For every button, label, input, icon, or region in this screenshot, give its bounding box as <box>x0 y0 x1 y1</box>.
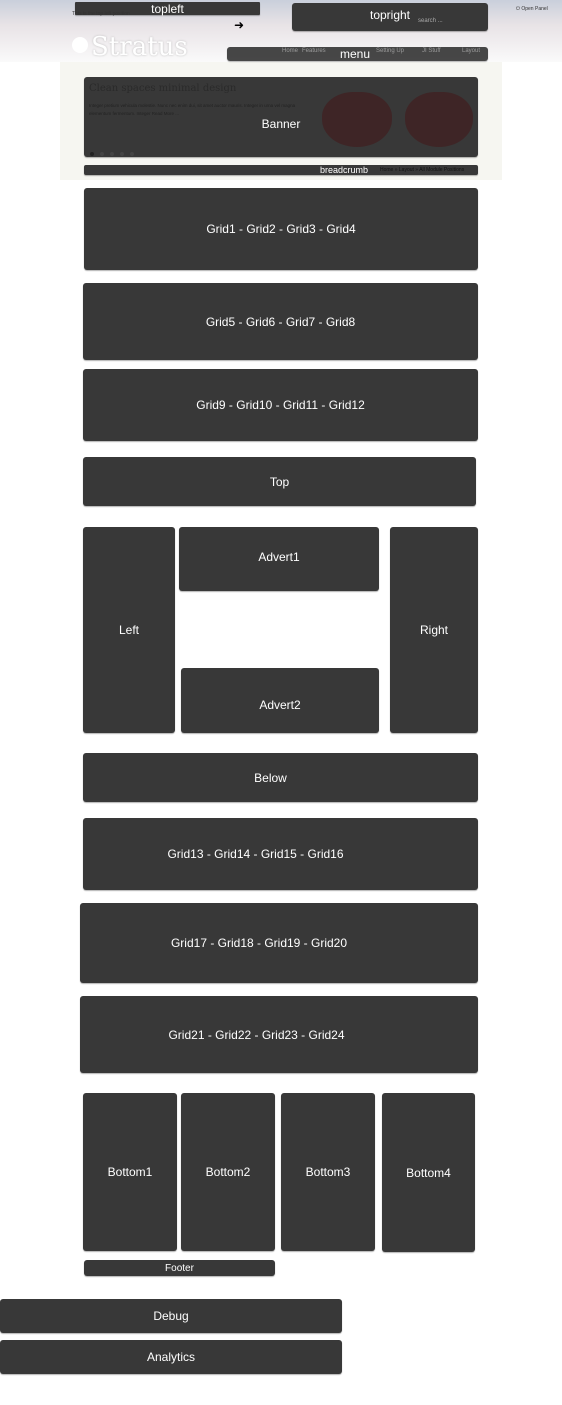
menu-item-setting-up[interactable]: Setting Up <box>376 48 404 54</box>
module-bottom3: Bottom3 <box>281 1093 375 1251</box>
module-right: Right <box>390 527 478 733</box>
slide-dot[interactable] <box>100 152 104 156</box>
module-menu: menu <box>227 47 488 61</box>
breadcrumb-links[interactable]: Home » Layout » All Module Positions <box>380 167 464 173</box>
slide-dot[interactable] <box>110 152 114 156</box>
slide-dot[interactable] <box>120 152 124 156</box>
open-panel-button[interactable]: ⏻ Open Panel <box>516 6 548 12</box>
module-bottom4: Bottom4 <box>382 1093 475 1252</box>
module-grid9-12: Grid9 - Grid10 - Grid11 - Grid12 <box>83 369 478 441</box>
module-top: Top <box>83 457 476 506</box>
topleft-text: This is the top left position <box>72 11 130 17</box>
banner-text: Integer pretium vehicula molestie. Nunc … <box>89 103 296 116</box>
menu-item-features[interactable]: Features <box>302 48 326 54</box>
menu-item-home[interactable]: Home <box>282 48 298 54</box>
module-topright: topright <box>292 3 488 31</box>
arrow-icon: ➜ <box>234 18 245 32</box>
search-input[interactable]: search ... <box>418 18 443 24</box>
slide-dot[interactable] <box>90 152 94 156</box>
menu-item-ji-stuff[interactable]: JI Stuff <box>422 48 441 54</box>
module-advert1: Advert1 <box>179 527 379 591</box>
banner-label: Banner <box>261 117 301 131</box>
slide-dot[interactable] <box>130 152 134 156</box>
module-grid1-4: Grid1 - Grid2 - Grid3 - Grid4 <box>84 188 478 270</box>
module-below: Below <box>83 753 478 802</box>
module-analytics: Analytics <box>0 1340 342 1374</box>
slide-dots <box>90 152 134 156</box>
module-advert2: Advert2 <box>181 668 379 733</box>
logo[interactable]: Stratus <box>72 32 188 62</box>
module-debug: Debug <box>0 1299 342 1333</box>
menu-item-layout[interactable]: Layout <box>462 48 480 54</box>
module-bottom1: Bottom1 <box>83 1093 177 1251</box>
module-grid21-24: Grid21 - Grid22 - Grid23 - Grid24 <box>80 996 478 1073</box>
module-footer: Footer <box>84 1260 275 1276</box>
module-left: Left <box>83 527 175 733</box>
module-grid5-8: Grid5 - Grid6 - Grid7 - Grid8 <box>83 283 478 360</box>
power-icon: ⏻ <box>516 6 520 12</box>
banner-title: Clean spaces minimal design <box>89 83 237 94</box>
module-grid13-16: Grid13 - Grid14 - Grid15 - Grid16 <box>83 818 478 890</box>
module-grid17-20: Grid17 - Grid18 - Grid19 - Grid20 <box>80 903 478 983</box>
module-bottom2: Bottom2 <box>181 1093 275 1251</box>
